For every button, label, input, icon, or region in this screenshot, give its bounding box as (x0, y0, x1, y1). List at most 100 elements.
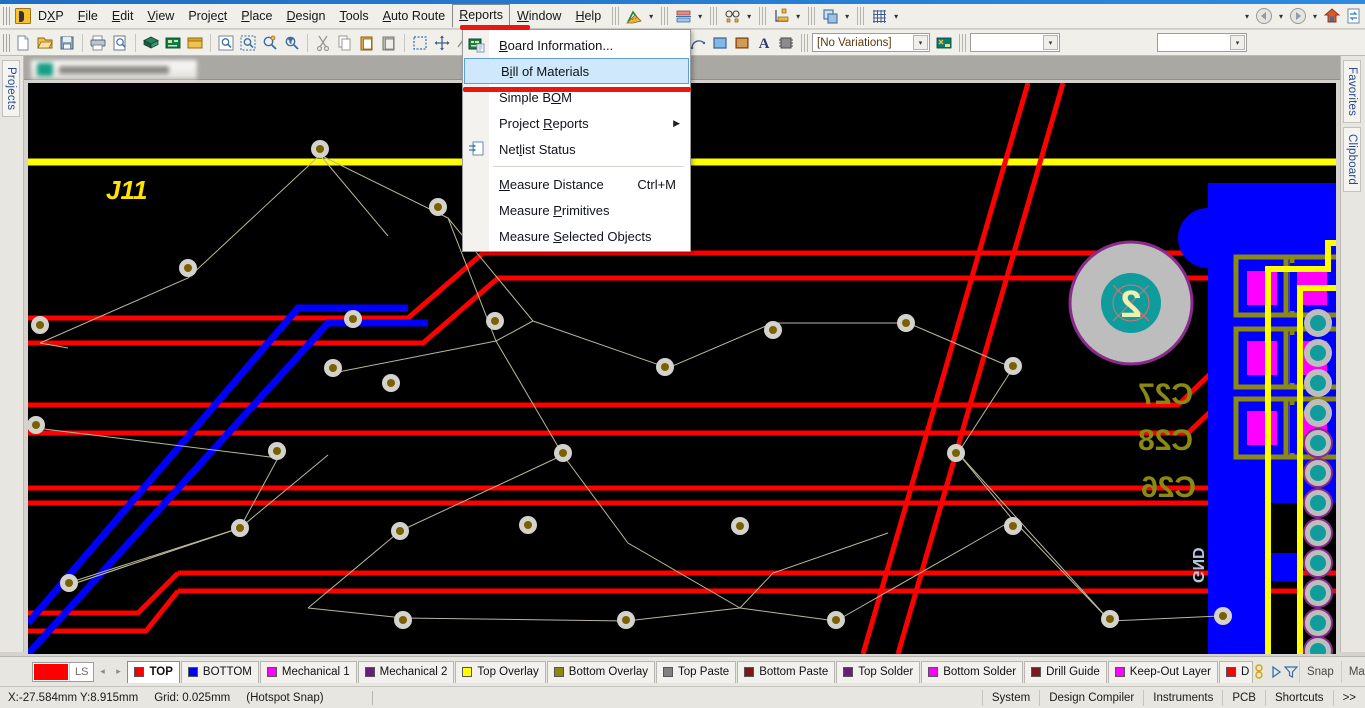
chevron-down-icon[interactable] (1230, 35, 1245, 50)
layer-tab-label: Top Solder (858, 666, 913, 678)
print-preview-icon[interactable] (109, 32, 131, 53)
find-similar-icon[interactable] (721, 6, 743, 27)
panel-tab-favorites[interactable]: Favorites (1343, 60, 1361, 123)
variation-combo[interactable]: [No Variations] (812, 33, 930, 52)
zoom-filter-icon[interactable] (281, 32, 303, 53)
menu-design[interactable]: Design (280, 5, 333, 28)
menu-drag-grip[interactable] (3, 7, 10, 25)
menu-file[interactable]: File (71, 5, 105, 28)
layer-sets-button[interactable]: LS (32, 662, 94, 682)
layer-tab-bottom-solder[interactable]: Bottom Solder (921, 661, 1023, 683)
3d-board-icon[interactable] (140, 32, 162, 53)
fill-icon[interactable] (709, 32, 731, 53)
measure-tools-icon[interactable] (623, 6, 645, 27)
align-icon[interactable] (672, 6, 694, 27)
menu-auto-route[interactable]: Auto Route (376, 5, 453, 28)
panel-button-pcb[interactable]: PCB (1222, 690, 1265, 706)
chevron-down-icon[interactable] (1043, 35, 1058, 50)
layer-tab-mechanical-2[interactable]: Mechanical 2 (358, 661, 455, 683)
panel-button-shortcuts[interactable]: Shortcuts (1265, 690, 1333, 706)
component-icon[interactable] (775, 32, 797, 53)
zoom-area-icon[interactable] (237, 32, 259, 53)
find-similar-dropdown-caret[interactable] (743, 6, 755, 27)
forward-history-caret[interactable] (1309, 6, 1321, 27)
board-layers-dropdown-caret[interactable] (841, 6, 853, 27)
refresh-page-icon[interactable] (1343, 6, 1365, 27)
dimension-icon[interactable] (770, 6, 792, 27)
menu-help[interactable]: Help (568, 5, 608, 28)
menu-place[interactable]: Place (234, 5, 279, 28)
menu-view[interactable]: View (140, 5, 181, 28)
dimension-dropdown-caret[interactable] (792, 6, 804, 27)
combo-a[interactable] (970, 33, 1060, 52)
layer-scroll-next-button[interactable]: ▸ (110, 662, 126, 682)
layer-tab-bottom-overlay[interactable]: Bottom Overlay (547, 661, 655, 683)
panel-tab-projects[interactable]: Projects (2, 60, 20, 117)
layer-tab-top-paste[interactable]: Top Paste (656, 661, 736, 683)
layer-tab-top[interactable]: TOP (127, 661, 179, 683)
menu-tools[interactable]: Tools (332, 5, 375, 28)
menu-dxp[interactable]: DXP (31, 5, 71, 28)
back-arrow-icon[interactable] (1253, 6, 1275, 27)
menu-edit[interactable]: Edit (105, 5, 141, 28)
layer-tab-bottom[interactable]: BOTTOM (181, 661, 259, 683)
zoom-document-icon[interactable] (215, 32, 237, 53)
panel-tab-clipboard[interactable]: Clipboard (1343, 127, 1361, 192)
play-icon[interactable] (1269, 661, 1283, 682)
grid-icon[interactable] (868, 6, 890, 27)
menu-item-measure-distance[interactable]: Measure Distance Ctrl+M (463, 171, 690, 197)
align-dropdown-caret[interactable] (694, 6, 706, 27)
save-icon[interactable] (56, 32, 78, 53)
panel-button-system[interactable]: System (982, 690, 1039, 706)
layer-tab-top-overlay[interactable]: Top Overlay (455, 661, 545, 683)
pcb-board-icon[interactable] (162, 32, 184, 53)
select-area-icon[interactable] (409, 32, 431, 53)
layer-tab-bottom-paste[interactable]: Bottom Paste (737, 661, 835, 683)
toolbar-overflow-caret[interactable] (1241, 6, 1253, 27)
menu-item-netlist-status[interactable]: Netlist Status (463, 136, 690, 162)
menu-item-measure-selected-objects[interactable]: Measure Selected Objects (463, 223, 690, 249)
toolbar-drag-grip[interactable] (3, 34, 10, 52)
forward-arrow-icon[interactable] (1287, 6, 1309, 27)
menu-item-bill-of-materials[interactable]: Bill of Materials (464, 58, 689, 84)
chevron-down-icon[interactable] (913, 35, 928, 50)
back-history-caret[interactable] (1275, 6, 1287, 27)
open-folder-icon[interactable] (34, 32, 56, 53)
copy-icon[interactable] (334, 32, 356, 53)
menu-item-measure-primitives[interactable]: Measure Primitives (463, 197, 690, 223)
window-icon[interactable] (184, 32, 206, 53)
document-tab[interactable] (30, 59, 198, 79)
board-layers-icon[interactable] (819, 6, 841, 27)
paste-icon[interactable] (356, 32, 378, 53)
string-icon[interactable]: A (753, 32, 775, 53)
layer-tab-top-solder[interactable]: Top Solder (836, 661, 920, 683)
new-document-icon[interactable] (12, 32, 34, 53)
layer-tab-drill-guide[interactable]: Drill Guide (1024, 661, 1107, 683)
panel-button-instruments[interactable]: Instruments (1143, 690, 1222, 706)
layer-tab-mechanical-1[interactable]: Mechanical 1 (260, 661, 357, 683)
panel-overflow-button[interactable]: >> (1333, 690, 1365, 706)
mask-level-button[interactable]: Mask Level (1341, 661, 1365, 683)
layer-sets-icon[interactable] (1253, 661, 1269, 682)
cut-icon[interactable] (312, 32, 334, 53)
variant-manager-icon[interactable] (933, 32, 955, 53)
zoom-in-icon[interactable] (259, 32, 281, 53)
layer-tab-truncated[interactable]: D (1219, 661, 1253, 683)
panel-button-design-compiler[interactable]: Design Compiler (1039, 690, 1143, 706)
snap-button[interactable]: Snap (1299, 661, 1341, 683)
grid-dropdown-caret[interactable] (890, 6, 902, 27)
print-icon[interactable] (87, 32, 109, 53)
filter-icon[interactable] (1283, 661, 1299, 682)
layer-tab-keep-out-layer[interactable]: Keep-Out Layer (1108, 661, 1218, 683)
move-icon[interactable] (431, 32, 453, 53)
paste-special-icon[interactable] (378, 32, 400, 53)
designator-c27: C27 (1138, 378, 1193, 412)
layer-scroll-prev-button[interactable]: ◂ (94, 662, 110, 682)
combo-b[interactable] (1157, 33, 1247, 52)
measure-tools-dropdown-caret[interactable] (645, 6, 657, 27)
menu-project[interactable]: Project (181, 5, 234, 28)
menu-item-project-reports[interactable]: Project Reports ▶ (463, 110, 690, 136)
home-icon[interactable] (1321, 6, 1343, 27)
menu-item-board-information[interactable]: Board Information... (463, 32, 690, 58)
polygon-pour-icon[interactable] (731, 32, 753, 53)
